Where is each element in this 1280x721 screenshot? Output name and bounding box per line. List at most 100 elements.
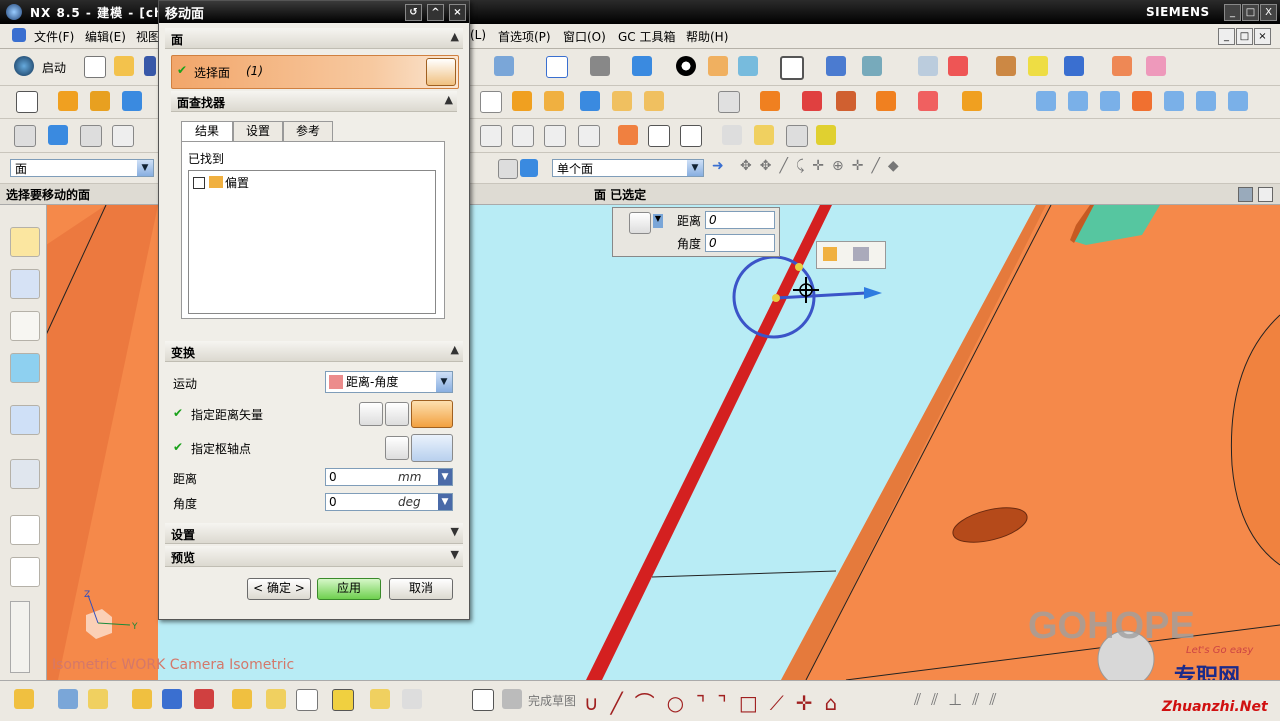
start-icon[interactable]: [14, 56, 34, 76]
bt-copy-icon[interactable]: [296, 689, 318, 711]
sketch-curve-icons[interactable]: ∪╱⌒○⌝⌝□⟋✛⌂: [584, 687, 849, 716]
parts-icon[interactable]: [14, 125, 36, 147]
angle-input[interactable]: 0 deg ▼: [325, 493, 453, 511]
select-face-row[interactable]: ✔ 选择面 (1): [171, 55, 459, 89]
menu-help[interactable]: 帮助(H): [686, 28, 728, 45]
chevron-down-icon[interactable]: ▼: [653, 214, 663, 228]
replace-face-icon[interactable]: [578, 125, 600, 147]
split-body-icon[interactable]: [836, 91, 856, 111]
handle-distance-input[interactable]: 0: [705, 211, 775, 229]
type-filter-select[interactable]: 面 ▼: [10, 159, 154, 177]
menu-preferences[interactable]: 首选项(P): [498, 28, 551, 45]
offset-region-icon[interactable]: [544, 125, 566, 147]
angle-measure-icon[interactable]: [1146, 56, 1166, 76]
vector-arrow-icon[interactable]: [864, 287, 882, 299]
menu-edit[interactable]: 编辑(E): [85, 28, 126, 45]
arrow-right-icon[interactable]: ➜: [712, 158, 724, 174]
menu-gc-toolbox[interactable]: GC 工具箱: [618, 28, 676, 45]
transform-section-header[interactable]: 变换 ▲: [165, 341, 463, 362]
motion-select[interactable]: 距离-角度 ▼: [325, 371, 453, 393]
reuse-library-icon[interactable]: [10, 353, 40, 383]
found-list[interactable]: 偏置: [188, 170, 436, 314]
extend-icon[interactable]: [1196, 91, 1216, 111]
orient-icon[interactable]: [862, 56, 882, 76]
bt-line-icon[interactable]: [132, 689, 152, 709]
point-type-icon[interactable]: [411, 434, 453, 462]
menu-file[interactable]: 文件(F): [34, 28, 74, 45]
offset-face-icon[interactable]: [718, 91, 740, 113]
motion-icon[interactable]: [1064, 56, 1084, 76]
history-icon[interactable]: [10, 459, 40, 489]
edit-surface-icon[interactable]: [1132, 91, 1152, 111]
part-navigator-icon[interactable]: [10, 311, 40, 341]
component-icon[interactable]: [80, 125, 102, 147]
subtract-icon[interactable]: [918, 91, 938, 111]
curvature-icon[interactable]: [1028, 56, 1048, 76]
extrude-icon[interactable]: [58, 91, 78, 111]
offset-surface-icon[interactable]: [1228, 91, 1248, 111]
rail-scrollbar[interactable]: [10, 601, 30, 673]
point-dialog-icon[interactable]: [385, 436, 409, 460]
assembly-navigator-icon[interactable]: [10, 227, 40, 257]
refresh-icon[interactable]: [754, 125, 774, 145]
layout-icon[interactable]: [680, 125, 702, 147]
bt-gear-icon[interactable]: [332, 689, 354, 711]
selected-face[interactable]: [586, 205, 832, 680]
menu-view[interactable]: 视图: [136, 28, 160, 45]
bt-clip-icon[interactable]: [370, 689, 390, 709]
pattern-icon[interactable]: [544, 91, 564, 111]
reverse-direction-icon[interactable]: [385, 402, 409, 426]
tab-reference[interactable]: 参考: [283, 121, 333, 141]
measure-icon[interactable]: [918, 56, 938, 76]
sketch-icon[interactable]: [16, 91, 38, 113]
fullscreen-icon[interactable]: [1258, 187, 1273, 202]
intersect-icon[interactable]: [962, 91, 982, 111]
new-file-icon[interactable]: [84, 56, 106, 78]
trim-body-icon[interactable]: [802, 91, 822, 111]
bt-datum-icon[interactable]: [58, 689, 78, 709]
shell-icon[interactable]: [512, 91, 532, 111]
select-body-icon[interactable]: [498, 159, 518, 179]
open-folder-icon[interactable]: [114, 56, 134, 76]
reset-icon[interactable]: ↺: [405, 4, 422, 21]
start-menu-label[interactable]: 启动: [42, 59, 66, 76]
chevron-down-icon[interactable]: ▼: [438, 469, 452, 485]
vector-dialog-icon[interactable]: [359, 402, 383, 426]
bt-arc-icon[interactable]: [162, 689, 182, 709]
mirror-icon[interactable]: [580, 91, 600, 111]
wcs-icon[interactable]: [826, 56, 846, 76]
thicken-icon[interactable]: [480, 91, 502, 113]
analysis-icon[interactable]: [996, 56, 1016, 76]
sweep-icon[interactable]: [1100, 91, 1120, 111]
snap-icon[interactable]: [948, 56, 968, 76]
bt-curve-icon[interactable]: [14, 689, 34, 709]
clock-icon[interactable]: [10, 515, 40, 545]
chamfer-icon[interactable]: [644, 91, 664, 111]
distance-vector-handle[interactable]: [775, 291, 867, 300]
face-finder-header[interactable]: 面查找器 ▲: [171, 91, 457, 112]
handle-angle-input[interactable]: 0: [705, 234, 775, 252]
draft-icon[interactable]: [760, 91, 780, 111]
tool-icon[interactable]: [494, 56, 514, 76]
background-icon[interactable]: [780, 56, 804, 80]
tab-results[interactable]: 结果: [181, 121, 233, 142]
roles-icon[interactable]: [10, 557, 40, 587]
table-icon[interactable]: [648, 125, 670, 147]
save-icon[interactable]: [144, 56, 156, 76]
bt-point-icon[interactable]: [88, 689, 108, 709]
bt-pattern-icon[interactable]: [232, 689, 252, 709]
sketch-constraint-icons[interactable]: ⫽⫽⊥⫽⫽: [914, 690, 1006, 710]
bridge-icon[interactable]: [1164, 91, 1184, 111]
check-model-icon[interactable]: [816, 125, 836, 145]
ok-button[interactable]: < 确定 >: [247, 578, 311, 600]
offset-checkbox[interactable]: [193, 177, 205, 189]
bt-move-icon[interactable]: [194, 689, 214, 709]
distance-angle-icon[interactable]: [629, 212, 651, 234]
move-face-icon[interactable]: [480, 125, 502, 147]
view-orientation-icon[interactable]: [676, 56, 696, 76]
constraint-navigator-icon[interactable]: [10, 269, 40, 299]
finish-sketch-label[interactable]: 完成草图: [528, 692, 576, 709]
snap-handle-icon[interactable]: [853, 247, 869, 261]
mesh-surface-icon[interactable]: [1068, 91, 1088, 111]
info-icon[interactable]: [786, 125, 808, 147]
